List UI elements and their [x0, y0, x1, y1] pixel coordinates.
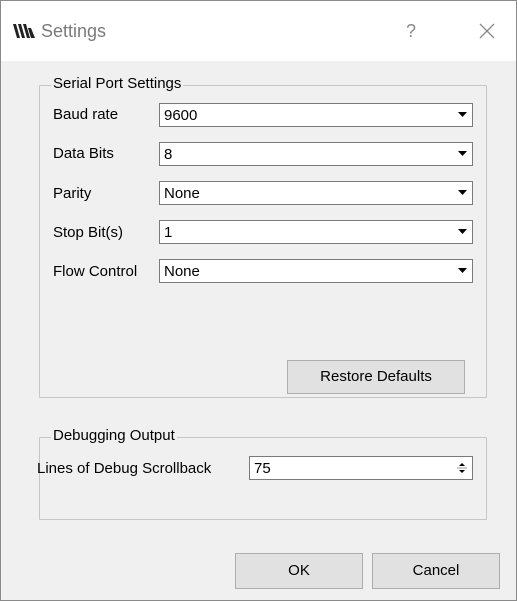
chevron-down-icon — [458, 268, 467, 273]
parity-dropdown-button[interactable] — [453, 183, 471, 203]
stop-bits-dropdown-button[interactable] — [453, 222, 471, 242]
parity-value: None — [164, 185, 200, 202]
app-logo-icon — [13, 24, 35, 38]
stop-bits-value: 1 — [164, 224, 173, 241]
close-button[interactable] — [469, 15, 505, 47]
baud-rate-value: 9600 — [164, 107, 198, 124]
data-bits-combo[interactable]: 8 — [159, 142, 473, 166]
parity-label: Parity — [53, 185, 92, 202]
title-bar[interactable]: Settings ? — [1, 1, 516, 61]
debug-scrollback-label: Lines of Debug Scrollback — [37, 460, 212, 477]
chevron-down-icon — [458, 112, 467, 117]
flow-control-combo[interactable]: None — [159, 259, 473, 283]
baud-rate-combo[interactable]: 9600 — [159, 103, 473, 127]
debug-scrollback-value: 75 — [254, 460, 271, 477]
parity-combo[interactable]: None — [159, 181, 473, 205]
window-title: Settings — [41, 21, 107, 41]
flow-control-dropdown-button[interactable] — [453, 261, 471, 281]
serial-port-group-title: Serial Port Settings — [51, 75, 184, 92]
data-bits-value: 8 — [164, 146, 173, 163]
flow-control-label: Flow Control — [53, 263, 138, 280]
chevron-down-icon — [458, 229, 467, 234]
spin-arrows-icon — [457, 463, 467, 473]
ok-button[interactable]: OK — [235, 553, 363, 589]
chevron-down-icon — [458, 190, 467, 195]
cancel-button[interactable]: Cancel — [372, 553, 500, 589]
stop-bits-combo[interactable]: 1 — [159, 220, 473, 244]
debugging-output-group-title: Debugging Output — [51, 427, 177, 444]
chevron-down-icon — [458, 151, 467, 156]
restore-defaults-button[interactable]: Restore Defaults — [287, 360, 465, 394]
debug-scrollback-spinbox[interactable]: 75 — [249, 456, 473, 480]
data-bits-dropdown-button[interactable] — [453, 144, 471, 164]
debug-scrollback-stepper[interactable] — [453, 458, 471, 478]
data-bits-label: Data Bits — [53, 145, 114, 162]
close-icon — [479, 23, 495, 39]
baud-rate-dropdown-button[interactable] — [453, 105, 471, 125]
settings-dialog: Settings ? Serial Port Settings Baud rat… — [0, 0, 517, 601]
stop-bits-label: Stop Bit(s) — [53, 224, 124, 241]
help-button[interactable]: ? — [393, 15, 429, 47]
baud-rate-label: Baud rate — [53, 106, 119, 123]
flow-control-value: None — [164, 263, 200, 280]
